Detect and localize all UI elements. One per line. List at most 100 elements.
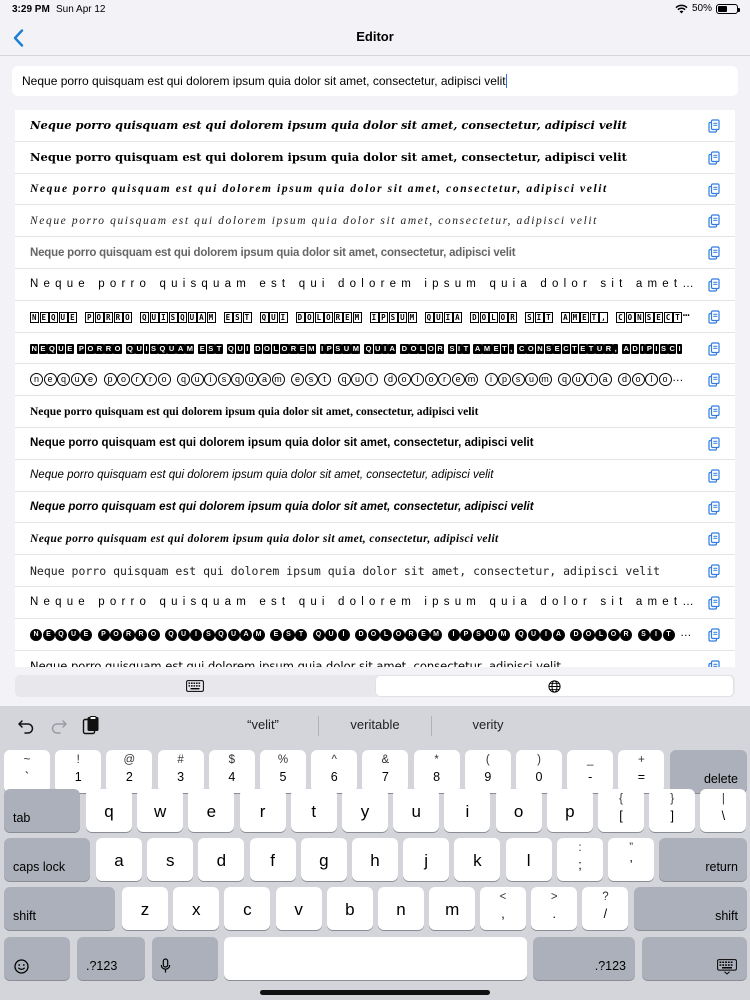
copy-icon[interactable] <box>707 278 721 292</box>
key-h[interactable]: h <box>352 838 398 881</box>
numbers-key-right[interactable]: .?123 <box>533 937 635 980</box>
style-row-fraktur-bold[interactable]: Neque porro quisquam est qui dolorem ips… <box>15 142 735 174</box>
key-3[interactable]: #3 <box>157 750 204 793</box>
dictation-key[interactable] <box>152 937 218 980</box>
copy-icon[interactable] <box>707 659 721 667</box>
key-g[interactable]: g <box>300 838 347 881</box>
key-k[interactable]: k <box>454 838 501 881</box>
key-z[interactable]: z <box>122 887 168 930</box>
style-row-sans-bold[interactable]: Neque porro quisquam est qui dolorem ips… <box>15 428 735 460</box>
key-c[interactable]: c <box>224 887 271 930</box>
key-8[interactable]: * 8 <box>413 750 460 793</box>
delete-key[interactable]: delete <box>670 750 747 793</box>
key-j[interactable]: j <box>403 838 450 881</box>
key-6[interactable]: ^ 6 <box>311 750 358 793</box>
style-row-script-bold[interactable]: Neque porro quisquam est qui dolorem ips… <box>15 174 735 206</box>
caps-lock-key[interactable]: caps lock <box>4 838 90 881</box>
key-7[interactable]: & 7 <box>362 750 409 793</box>
copy-icon[interactable] <box>707 469 721 483</box>
key-p[interactable]: p <box>546 789 593 832</box>
style-row-serif-bold[interactable]: Neque porro quisquam est qui dolorem ips… <box>15 396 735 428</box>
copy-icon[interactable] <box>707 214 721 228</box>
key-t[interactable]: t <box>290 789 337 832</box>
key-punct-row4-2[interactable]: ? / <box>582 887 629 930</box>
key-punct-1[interactable]: ”’ <box>608 838 655 881</box>
key-\[interactable]: | \ <box>700 789 747 832</box>
copy-icon[interactable] <box>707 532 721 546</box>
key-1[interactable]: ! 1 <box>55 750 102 793</box>
key-`[interactable]: ~ ` <box>4 750 50 793</box>
copy-icon[interactable] <box>707 500 721 515</box>
key-a[interactable]: a <box>96 838 142 881</box>
key-4[interactable]: $4 <box>208 750 255 793</box>
style-row-negative-squared[interactable]: NEQUE PORRO QUISQUAM EST QUI DOLOREM IPS… <box>15 333 735 365</box>
key-punct-row4-0[interactable]: <, <box>480 887 526 930</box>
key-y[interactable]: y <box>342 789 388 832</box>
key-u[interactable]: u <box>393 789 440 832</box>
emoji-key[interactable] <box>4 937 70 980</box>
undo-button[interactable] <box>15 715 37 737</box>
key-x[interactable]: x <box>173 887 220 930</box>
return-key[interactable]: return <box>659 838 747 881</box>
copy-icon[interactable] <box>707 151 721 165</box>
shift-key-right[interactable]: shift <box>634 887 747 930</box>
key-punct-row4-1[interactable]: >. <box>531 887 578 930</box>
key-5[interactable]: % 5 <box>260 750 306 793</box>
suggestion-2[interactable]: veritable <box>318 717 432 732</box>
copy-icon[interactable] <box>707 119 721 133</box>
suggestion-3[interactable]: verity <box>431 717 545 732</box>
key-0[interactable]: ) 0 <box>516 750 562 793</box>
key-d[interactable]: d <box>198 838 245 881</box>
tab-key[interactable]: tab <box>4 789 80 832</box>
paste-button[interactable] <box>80 715 102 737</box>
key-e[interactable]: e <box>188 789 235 832</box>
copy-icon[interactable] <box>707 182 721 197</box>
key-w[interactable]: w <box>137 789 184 832</box>
key-][interactable]: }] <box>649 789 696 832</box>
style-row-squared[interactable]: NEQUE PORRO QUISQUAM EST QUI DOLOREM IPS… <box>15 301 735 333</box>
style-row-small[interactable]: Neque porro quisquam est qui dolorem ips… <box>15 651 735 667</box>
key-2[interactable]: @2 <box>106 750 153 793</box>
key-f[interactable]: f <box>249 838 296 881</box>
copy-icon[interactable] <box>707 310 721 324</box>
copy-icon[interactable] <box>707 596 721 610</box>
text-input[interactable]: Neque porro quisquam est qui dolorem ips… <box>12 66 738 96</box>
copy-icon[interactable] <box>707 246 721 260</box>
style-row-sans-bold-italic[interactable]: Neque porro quisquam est qui dolorem ips… <box>15 492 735 524</box>
key-l[interactable]: l <box>505 838 552 881</box>
redo-button[interactable] <box>48 715 70 737</box>
key-[[interactable]: {[ <box>598 789 644 832</box>
style-row-circled[interactable]: nequeporroquisquamestquidoloremipsumquia… <box>15 364 735 397</box>
key-m[interactable]: m <box>429 887 476 930</box>
key-i[interactable]: i <box>444 789 491 832</box>
suggestion-1[interactable]: “velit” <box>205 717 321 732</box>
style-row-double-struck[interactable]: Neque porro quisquam est qui dolorem ips… <box>15 237 735 269</box>
key-b[interactable]: b <box>326 887 373 930</box>
key-v[interactable]: v <box>275 887 322 930</box>
shift-key-left[interactable]: shift <box>4 887 115 930</box>
space-key[interactable] <box>224 937 527 980</box>
style-row-wide2[interactable]: Neque porro quisquam est qui dolorem ips… <box>15 587 735 619</box>
key-punct-0[interactable]: :; <box>557 838 603 881</box>
key-9[interactable]: (9 <box>464 750 511 793</box>
key-n[interactable]: n <box>378 887 424 930</box>
style-row-script[interactable]: Neque porro quisquam est qui dolorem ips… <box>15 205 735 238</box>
dismiss-keyboard-key[interactable] <box>642 937 747 980</box>
key-o[interactable]: o <box>495 789 542 832</box>
copy-icon[interactable] <box>707 437 721 451</box>
segment-globe[interactable] <box>376 676 733 696</box>
key-r[interactable]: r <box>239 789 286 832</box>
numbers-key-left[interactable]: .?123 <box>77 937 145 980</box>
segment-keyboard[interactable] <box>16 676 374 696</box>
copy-icon[interactable] <box>707 405 721 419</box>
copy-icon[interactable] <box>707 373 721 387</box>
copy-icon[interactable] <box>707 564 721 578</box>
style-row-monospace[interactable]: Neque porro quisquam est qui dolorem ips… <box>15 555 735 587</box>
copy-icon[interactable] <box>707 341 721 356</box>
style-row-fraktur[interactable]: Neque porro quisquam est qui dolorem ips… <box>15 110 735 142</box>
copy-icon[interactable] <box>707 628 721 642</box>
key-s[interactable]: s <box>147 838 194 881</box>
style-row-serif-bold-italic[interactable]: Neque porro quisquam est qui dolorem ips… <box>15 523 735 556</box>
style-row-wide[interactable]: Neque porro quisquam est qui dolorem ips… <box>15 269 735 301</box>
key--[interactable]: _ - <box>567 750 614 793</box>
